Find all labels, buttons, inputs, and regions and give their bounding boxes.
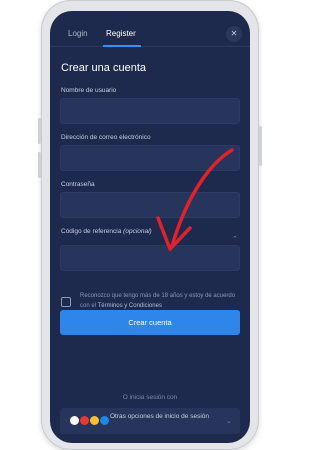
email-label: Dirección de correo electrónico: [61, 134, 151, 141]
form-title: Crear una cuenta: [61, 62, 146, 74]
password-field[interactable]: [60, 192, 240, 218]
username-field[interactable]: [60, 98, 240, 124]
terms-text: Reconozco que tengo más de 18 años y est…: [80, 292, 245, 311]
active-tab-indicator: [103, 45, 141, 47]
volume-down-button: [38, 152, 41, 178]
auth-tabs: Login Register ✕: [50, 11, 250, 47]
terms-checkbox[interactable]: [61, 297, 71, 307]
logo-icon: [80, 416, 89, 425]
referral-label-text: Código de referencia: [61, 228, 122, 235]
chevron-down-icon: ⌄: [226, 418, 232, 425]
other-login-label: Otras opciones de inicio de sesión: [110, 413, 210, 420]
power-button: [259, 126, 262, 166]
tab-register[interactable]: Register: [106, 29, 136, 38]
chevron-up-icon[interactable]: ⌃: [232, 235, 238, 243]
referral-optional-text: (opcional): [123, 228, 152, 235]
logo-icon: [90, 416, 99, 425]
register-modal: Login Register ✕ Crear una cuenta Nombre…: [50, 11, 250, 443]
referral-code-field[interactable]: [60, 245, 240, 271]
social-logos: [70, 416, 109, 426]
password-label: Contraseña: [61, 181, 95, 188]
close-icon[interactable]: ✕: [226, 26, 242, 42]
referral-label: Código de referencia (opcional): [61, 228, 152, 235]
logo-icon: [70, 416, 79, 425]
email-field[interactable]: [60, 145, 240, 171]
create-account-button[interactable]: Crear cuenta: [60, 310, 240, 335]
logo-icon: [100, 416, 109, 425]
volume-up-button: [38, 118, 41, 144]
terms-link[interactable]: Términos y Condiciones: [98, 303, 162, 309]
username-label: Nombre de usuario: [61, 87, 117, 94]
tab-login[interactable]: Login: [68, 29, 88, 38]
other-login-options-button[interactable]: Otras opciones de inicio de sesión ⌄: [60, 408, 240, 434]
alt-login-divider: O inicia sesión con: [122, 394, 178, 401]
